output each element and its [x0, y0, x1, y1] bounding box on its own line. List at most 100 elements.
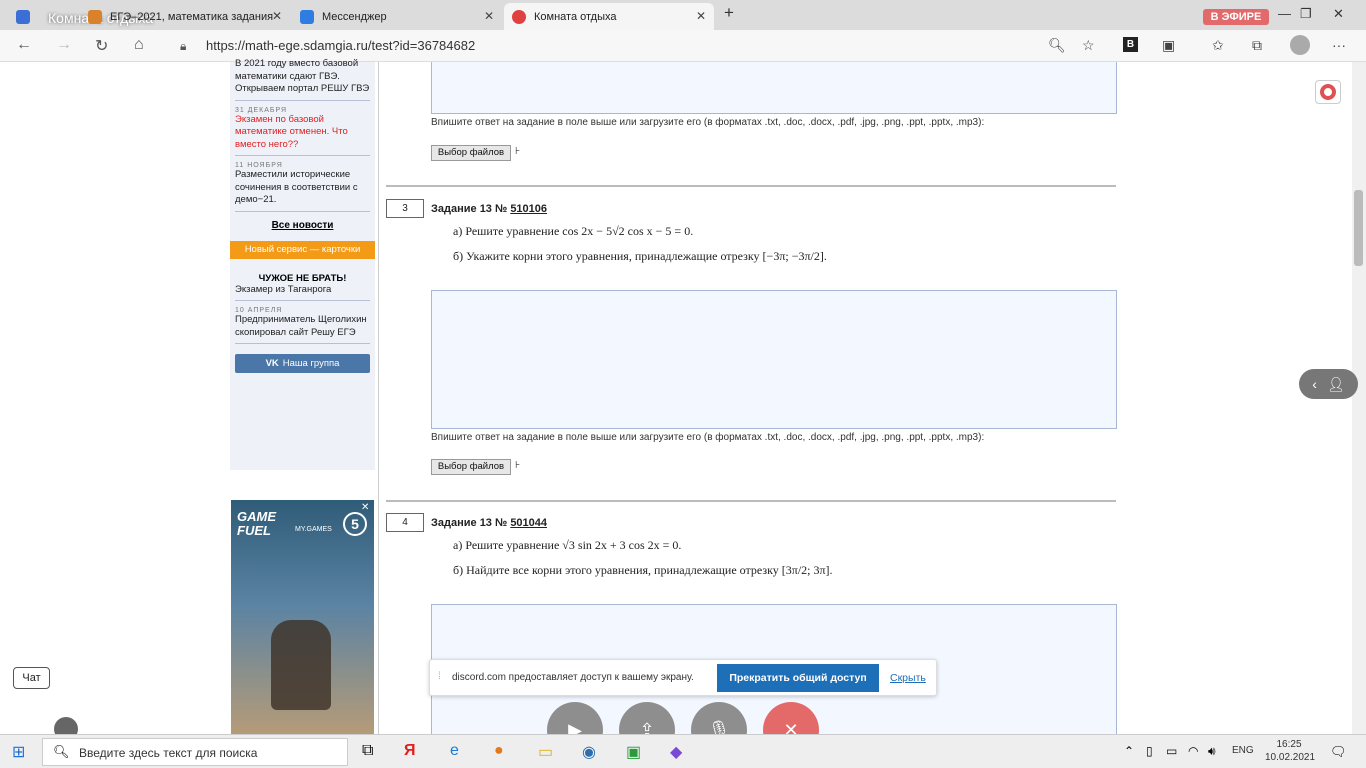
minimize-button[interactable]: —	[1278, 6, 1291, 21]
task-title: Задание 13 № 510106	[431, 203, 547, 215]
recording-icon	[512, 9, 526, 24]
close-icon[interactable]: ✕	[272, 9, 282, 23]
discord-side-panel-toggle[interactable]: ‹ 👤︎	[1299, 369, 1358, 399]
hide-link[interactable]: Скрыть	[890, 672, 926, 684]
choose-file-button[interactable]: Выбор файлов	[431, 459, 511, 475]
ad-close-icon[interactable]: ✕	[361, 502, 369, 513]
divider	[235, 300, 370, 301]
news-item[interactable]: Экзамер из Таганрога	[235, 284, 370, 297]
refresh-icon[interactable]: ↻	[95, 36, 108, 56]
share-notice: discord.com предоставляет доступ к вашем…	[452, 672, 694, 683]
task-part-b: б) Укажите корни этого уравнения, принад…	[453, 249, 827, 263]
task-separator	[386, 500, 1116, 502]
app-icon[interactable]: ◉	[582, 742, 596, 762]
tray-chevron-icon[interactable]: ⌃	[1124, 744, 1134, 758]
chat-button[interactable]: Чат	[13, 667, 50, 689]
sidebar-divider	[378, 62, 379, 734]
drag-handle-icon[interactable]: ⁞	[438, 671, 441, 682]
stop-sharing-button[interactable]: Прекратить общий доступ	[717, 664, 879, 692]
all-news-link[interactable]: Все новости	[235, 220, 370, 231]
news-item[interactable]: Экзамен по базовой математике отменен. Ч…	[235, 114, 370, 152]
onair-badge: В ЭФИРЕ	[1203, 9, 1269, 25]
collections-icon[interactable]: ⧉	[1252, 37, 1262, 54]
task-id-link[interactable]: 501044	[510, 517, 547, 529]
vk-group-button[interactable]: VK Наша группа	[235, 354, 370, 373]
notifications-icon[interactable]: 🗨︎	[1330, 744, 1347, 760]
wifi-icon[interactable]: ◠	[1188, 744, 1198, 758]
vk-group-label: Наша группа	[282, 358, 340, 369]
upload-note: Впишите ответ на задание в поле выше или…	[431, 117, 985, 128]
answer-textarea[interactable]	[431, 290, 1117, 429]
favorites-icon[interactable]: ✩	[1212, 37, 1224, 54]
scrollbar-thumb[interactable]	[1354, 190, 1363, 266]
divider	[235, 343, 370, 344]
tab-workspaces[interactable]	[8, 3, 42, 30]
close-icon[interactable]: ✕	[484, 9, 494, 23]
photos-icon[interactable]: ▣	[626, 742, 641, 762]
news-date: 31 ДЕКАБРЯ	[235, 106, 288, 114]
zoom-icon[interactable]: 🔍︎	[1048, 37, 1066, 54]
news-date: 10 АПРЕЛЯ	[235, 307, 283, 314]
choose-file-button[interactable]: Выбор файлов	[431, 145, 511, 161]
restore-button[interactable]: ❐	[1300, 6, 1312, 22]
taskbar-search[interactable]: 🔍︎ Введите здесь текст для поиска	[42, 738, 348, 766]
news-item[interactable]: Предприниматель Щеголихин скопировал сай…	[235, 314, 370, 339]
divider	[235, 210, 370, 212]
chevron-left-icon: ‹	[1312, 376, 1317, 392]
task-part-a: а) Решите уравнение √3 sin 2x + 3 cos 2x…	[453, 538, 682, 552]
task-title-prefix: Задание 13 №	[431, 517, 508, 529]
volume-icon[interactable]: 🔊︎	[1208, 744, 1216, 759]
news-item[interactable]: Разместили исторические сочинения в соот…	[235, 169, 370, 207]
profile-avatar[interactable]	[1290, 35, 1310, 55]
new-tab-button[interactable]: +	[724, 3, 734, 23]
task-title: Задание 13 № 501044	[431, 517, 547, 529]
task-part-a: а) Решите уравнение cos 2x − 5√2 cos x −…	[453, 224, 694, 238]
home-icon[interactable]: ⌂	[134, 36, 144, 54]
advertisement-banner[interactable]: GAME FUEL MY.GAMES 5 ✕	[231, 500, 374, 734]
task-part-b: б) Найдите все корни этого уравнения, пр…	[453, 563, 833, 577]
task-title-prefix: Задание 13 №	[431, 203, 508, 215]
close-window-button[interactable]: ✕	[1333, 6, 1344, 22]
close-icon[interactable]: ✕	[696, 9, 706, 23]
url-field[interactable]: https://math-ege.sdamgia.ru/test?id=3678…	[206, 38, 475, 53]
tab-messenger[interactable]: Мессенджер ✕	[292, 3, 502, 30]
divider	[235, 155, 370, 156]
windows-taskbar: ⊞ 🔍︎ Введите здесь текст для поиска ⧉ Я …	[0, 734, 1366, 768]
app-icon[interactable]: ◆	[670, 742, 682, 762]
task-separator	[386, 185, 1116, 187]
vk-icon: VK	[265, 358, 279, 369]
forward-icon[interactable]: →	[56, 36, 72, 54]
more-menu-icon[interactable]: ···	[1332, 37, 1346, 53]
tab-label: Мессенджер	[322, 10, 387, 23]
yandex-icon[interactable]: Я	[404, 742, 416, 760]
help-button[interactable]	[1315, 80, 1341, 104]
task-id-link[interactable]: 510106	[510, 203, 547, 215]
windows-start-icon[interactable]: ⊞	[12, 742, 25, 762]
clock-time: 16:25	[1276, 739, 1302, 750]
divider	[235, 99, 370, 101]
extension-icon[interactable]: ▣	[1162, 37, 1175, 54]
file-explorer-icon[interactable]: ▭	[538, 742, 553, 762]
clock[interactable]: 16:25 10.02.2021	[1265, 738, 1315, 764]
answer-textarea[interactable]	[431, 62, 1117, 114]
lock-icon[interactable]: 🔒︎	[180, 39, 186, 54]
back-icon[interactable]: ←	[16, 36, 32, 54]
ad-brand: GAME FUEL	[237, 509, 276, 538]
tray-app-icon[interactable]: ▯	[1146, 744, 1153, 758]
tab-ege-math[interactable]: ЕГЭ–2021, математика задания ✕	[80, 3, 290, 30]
cards-banner[interactable]: Новый сервис — карточки	[230, 240, 375, 259]
tab-room[interactable]: Комната отдыха ✕	[504, 3, 714, 30]
ad-character-image	[271, 620, 331, 710]
firefox-icon[interactable]: ●	[494, 742, 504, 760]
tab-label: Комната отдыха	[534, 10, 617, 23]
edge-icon[interactable]: e	[450, 742, 459, 760]
page-scrollbar[interactable]	[1352, 62, 1366, 734]
upload-note: Впишите ответ на задание в поле выше или…	[431, 432, 985, 443]
extension-b-icon[interactable]: B	[1123, 37, 1138, 52]
favorite-star-icon[interactable]: ☆	[1082, 37, 1095, 54]
search-icon: 🔍︎	[53, 744, 70, 759]
battery-icon[interactable]: ▭	[1166, 744, 1177, 758]
news-item[interactable]: В 2021 году вместо базовой математики сд…	[235, 58, 370, 96]
task-view-icon[interactable]: ⧉	[362, 742, 373, 760]
language-indicator[interactable]: ENG	[1232, 745, 1254, 756]
